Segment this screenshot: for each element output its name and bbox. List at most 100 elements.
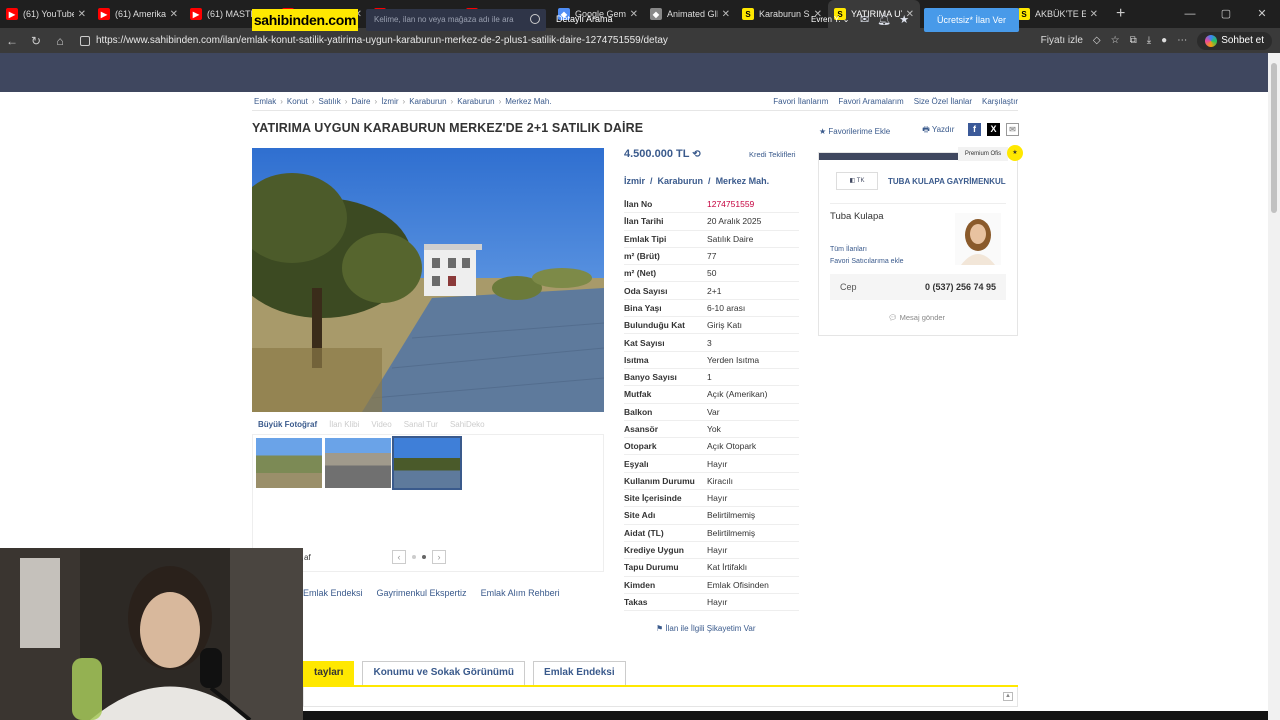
- browser-tab[interactable]: ▶ (61) Amerika'da ✕: [92, 0, 184, 28]
- send-message-link[interactable]: 💬︎ Mesaj gönder: [888, 313, 945, 322]
- close-window-icon[interactable]: ✕: [1244, 0, 1280, 28]
- messages-icon[interactable]: ✉: [860, 13, 869, 26]
- photo-tab[interactable]: SahiDeko: [450, 420, 485, 429]
- firm-logo[interactable]: ◧ TK: [836, 172, 878, 190]
- breadcrumb-item[interactable]: Emlak: [254, 97, 276, 106]
- maximize-icon[interactable]: ▢: [1208, 0, 1244, 28]
- detail-key: Eşyalı: [624, 458, 649, 469]
- detail-key: Mutfak: [624, 389, 652, 400]
- close-tab-icon[interactable]: ✕: [170, 9, 178, 20]
- detail-row: Balkon Var: [624, 404, 799, 421]
- post-listing-button[interactable]: Ücretsiz* İlan Ver: [924, 8, 1019, 32]
- photo-tab[interactable]: Büyük Fotoğraf: [258, 420, 317, 429]
- sahibinden-logo[interactable]: sahibinden.com: [252, 9, 358, 31]
- info-links: Emlak Endeksi Gayrimenkul Ekspertiz Emlak …: [303, 588, 560, 598]
- content-tab[interactable]: Konumu ve Sokak Görünümü: [362, 661, 526, 685]
- detailed-search-link[interactable]: Detaylı Arama: [556, 14, 613, 24]
- collapse-icon[interactable]: ▲: [1003, 692, 1013, 701]
- user-link[interactable]: Favori İlanlarım: [773, 97, 828, 106]
- credit-offers-link[interactable]: Kredi Teklifleri: [749, 150, 796, 159]
- pager-dot[interactable]: [412, 555, 416, 559]
- detail-value: Kiracılı: [707, 475, 733, 486]
- user-link[interactable]: Favori Aramalarım: [838, 97, 903, 106]
- detail-key: Asansör: [624, 424, 659, 434]
- browser-tab[interactable]: ▶ (61) YouTube ✕: [0, 0, 92, 28]
- breadcrumb-item[interactable]: Satılık: [318, 97, 340, 106]
- tag-icon[interactable]: ◇: [1093, 35, 1101, 46]
- info-link[interactable]: Emlak Endeksi: [303, 588, 363, 598]
- breadcrumb-item[interactable]: Konut: [287, 97, 308, 106]
- phone-number[interactable]: 0 (537) 256 74 95: [925, 282, 996, 292]
- location-link[interactable]: İzmir: [624, 176, 645, 186]
- next-page-button[interactable]: ›: [432, 550, 446, 564]
- breadcrumb-item[interactable]: Karaburun: [409, 97, 446, 106]
- info-link[interactable]: Emlak Alım Rehberi: [481, 588, 560, 598]
- price-history-icon[interactable]: ⟲: [692, 149, 700, 160]
- back-icon[interactable]: ←: [0, 34, 24, 48]
- download-icon[interactable]: ⤓: [1147, 35, 1151, 46]
- email-share-icon[interactable]: ✉: [1006, 123, 1019, 136]
- print-link[interactable]: 🖶︎ Yazdır: [922, 124, 954, 138]
- search-input[interactable]: Kelime, ilan no veya mağaza adı ile ara: [366, 9, 546, 31]
- add-favorite-link[interactable]: ★ Favorilerime Ekle: [819, 127, 890, 136]
- browser-tab[interactable]: ◆ Animated GIF M ✕: [644, 0, 736, 28]
- favorite-star-icon[interactable]: ☆: [1111, 35, 1120, 46]
- firm-name[interactable]: TUBA KULAPA GAYRİMENKUL: [888, 177, 1006, 186]
- content-tab[interactable]: tayları: [303, 661, 355, 685]
- facebook-share-icon[interactable]: f: [968, 123, 981, 136]
- close-tab-icon[interactable]: ✕: [1090, 9, 1098, 20]
- price-watch-button[interactable]: Fiyatı izle: [1041, 35, 1083, 46]
- scrollbar-thumb[interactable]: [1271, 63, 1277, 213]
- all-listings-link[interactable]: Tüm İlanları: [830, 244, 904, 256]
- detail-value: Var: [707, 406, 720, 417]
- detail-key: Tapu Durumu: [624, 562, 679, 573]
- reload-icon[interactable]: ↻: [24, 34, 48, 48]
- profile-icon[interactable]: ●: [1161, 35, 1167, 46]
- pager-dot-active[interactable]: [422, 555, 426, 559]
- minimize-icon[interactable]: —: [1172, 0, 1208, 28]
- new-tab-icon[interactable]: +: [1116, 5, 1125, 23]
- breadcrumb-item[interactable]: İzmir: [381, 97, 398, 106]
- price: 4.500.000 TL ⟲: [624, 148, 701, 160]
- photo-tab[interactable]: Video: [371, 420, 391, 429]
- site-header: [0, 53, 1268, 92]
- detail-key: Balkon: [624, 406, 653, 417]
- breadcrumb-item[interactable]: Daire: [351, 97, 370, 106]
- x-share-icon[interactable]: X: [987, 123, 1000, 136]
- breadcrumb-item[interactable]: Karaburun: [457, 97, 494, 106]
- site-info-icon[interactable]: [80, 35, 90, 46]
- thumbnail-3[interactable]: [392, 436, 462, 490]
- browser-tabbar: ▶ (61) YouTube ✕ ▶ (61) Amerika'da ✕ ▶ (61) MAS…: [0, 0, 1280, 28]
- thumbnail-2[interactable]: [325, 438, 391, 488]
- location-link[interactable]: Merkez Mah.: [716, 176, 770, 186]
- phone-box: Cep 0 (537) 256 74 95: [830, 274, 1006, 300]
- thumbnail-1[interactable]: [256, 438, 322, 488]
- content-tab[interactable]: Emlak Endeksi: [533, 661, 626, 685]
- notifications-icon[interactable]: 🔔︎: [877, 13, 891, 26]
- complaint-link[interactable]: ⚑ İlan ile İlgili Şikayetim Var: [656, 624, 756, 633]
- location-link[interactable]: Karaburun: [658, 176, 704, 186]
- add-favorite-seller-link[interactable]: Favori Satıcılarıma ekle: [830, 256, 904, 268]
- page-scrollbar[interactable]: [1268, 53, 1280, 720]
- photo-tab[interactable]: Sanal Tur: [404, 420, 438, 429]
- copilot-button[interactable]: Sohbet et: [1197, 31, 1272, 50]
- user-link[interactable]: Size Özel İlanlar: [914, 97, 972, 106]
- user-link[interactable]: Karşılaştır: [982, 97, 1018, 106]
- close-tab-icon[interactable]: ✕: [78, 9, 86, 20]
- breadcrumb-item[interactable]: Merkez Mah.: [505, 97, 551, 106]
- favorites-icon[interactable]: ★: [899, 13, 909, 26]
- more-menu-icon[interactable]: ⋯: [1177, 35, 1187, 46]
- info-link[interactable]: Gayrimenkul Ekspertiz: [377, 588, 467, 598]
- prev-page-button[interactable]: ‹: [392, 550, 406, 564]
- search-icon[interactable]: [530, 14, 540, 24]
- user-menu[interactable]: Evren Y. ⌄: [811, 15, 849, 24]
- extensions-icon[interactable]: ⧉: [1130, 35, 1137, 46]
- browser-tab[interactable]: S AKBÜK'TE EŞYA ✕: [1012, 0, 1104, 28]
- home-icon[interactable]: ⌂: [48, 34, 72, 48]
- main-photo[interactable]: [252, 148, 604, 412]
- premium-office-badge: Premium Ofis: [958, 147, 1008, 161]
- url-field[interactable]: https://www.sahibinden.com/ilan/emlak-ko…: [80, 35, 1000, 46]
- close-tab-icon[interactable]: ✕: [722, 9, 730, 20]
- photo-tab[interactable]: İlan Klibi: [329, 420, 359, 429]
- close-tab-icon[interactable]: ✕: [630, 9, 638, 20]
